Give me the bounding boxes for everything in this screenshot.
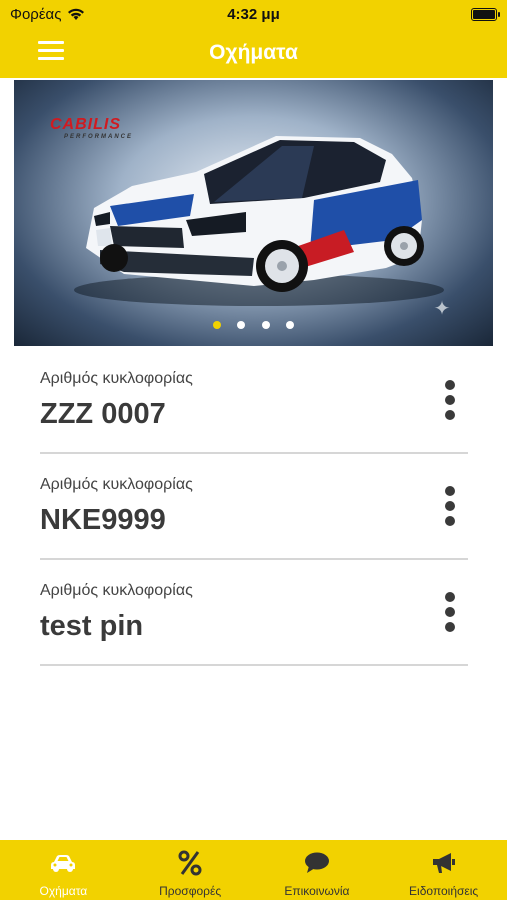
status-bar: Φορέας 4:32 μμ <box>0 0 507 28</box>
vehicle-item[interactable]: Αριθμός κυκλοφορίας test pin <box>40 560 468 666</box>
car-icon <box>51 855 76 872</box>
plate-value: ZZZ 0007 <box>40 398 166 430</box>
plate-label: Αριθμός κυκλοφορίας <box>40 582 193 599</box>
tab-notifications[interactable]: Ειδοποιήσεις <box>380 840 507 900</box>
tab-bar: Οχήματα Προσφορές Επικοινωνία Ειδοποιήσε… <box>0 840 507 900</box>
plate-value: test pin <box>40 610 144 642</box>
plate-value: NKE9999 <box>40 504 166 536</box>
tab-label: Επικοινωνία <box>284 884 350 898</box>
page-dot-3[interactable] <box>261 321 270 329</box>
vehicle-list: Αριθμός κυκλοφορίας ZZZ 0007 Αριθμός κυκ… <box>40 348 468 666</box>
megaphone-icon <box>432 853 455 873</box>
percent-icon <box>178 850 202 876</box>
vehicle-item[interactable]: Αριθμός κυκλοφορίας NKE9999 <box>40 454 468 560</box>
tab-label: Ειδοποιήσεις <box>409 884 479 898</box>
watermark-icon: ✦ <box>433 298 451 320</box>
battery-icon <box>471 8 500 21</box>
plate-label: Αριθμός κυκλοφορίας <box>40 370 193 387</box>
nav-bar: Οχήματα <box>0 28 507 78</box>
tab-label: Προσφορές <box>159 884 222 898</box>
chat-icon <box>304 852 329 873</box>
tab-vehicles[interactable]: Οχήματα <box>0 840 127 900</box>
more-options-icon[interactable] <box>442 592 458 634</box>
clock: 4:32 μμ <box>227 6 280 23</box>
top-bar: Φορέας 4:32 μμ Οχήματα <box>0 0 507 78</box>
page-title: Οχήματα <box>209 41 298 64</box>
page-dot-1[interactable] <box>212 321 221 329</box>
tab-label: Οχήματα <box>39 884 88 898</box>
tab-contact[interactable]: Επικοινωνία <box>254 840 381 900</box>
rally-car-image <box>74 136 444 306</box>
page-dot-2[interactable] <box>237 321 246 329</box>
image-carousel[interactable]: CABILIS PERFORMANCE ✦ <box>14 80 493 346</box>
plate-label: Αριθμός κυκλοφορίας <box>40 476 193 493</box>
tab-offers[interactable]: Προσφορές <box>127 840 254 900</box>
page-indicator[interactable] <box>14 316 493 334</box>
more-options-icon[interactable] <box>442 486 458 528</box>
more-options-icon[interactable] <box>442 380 458 422</box>
vehicle-item[interactable]: Αριθμός κυκλοφορίας ZZZ 0007 <box>40 348 468 454</box>
page-dot-4[interactable] <box>286 321 295 329</box>
